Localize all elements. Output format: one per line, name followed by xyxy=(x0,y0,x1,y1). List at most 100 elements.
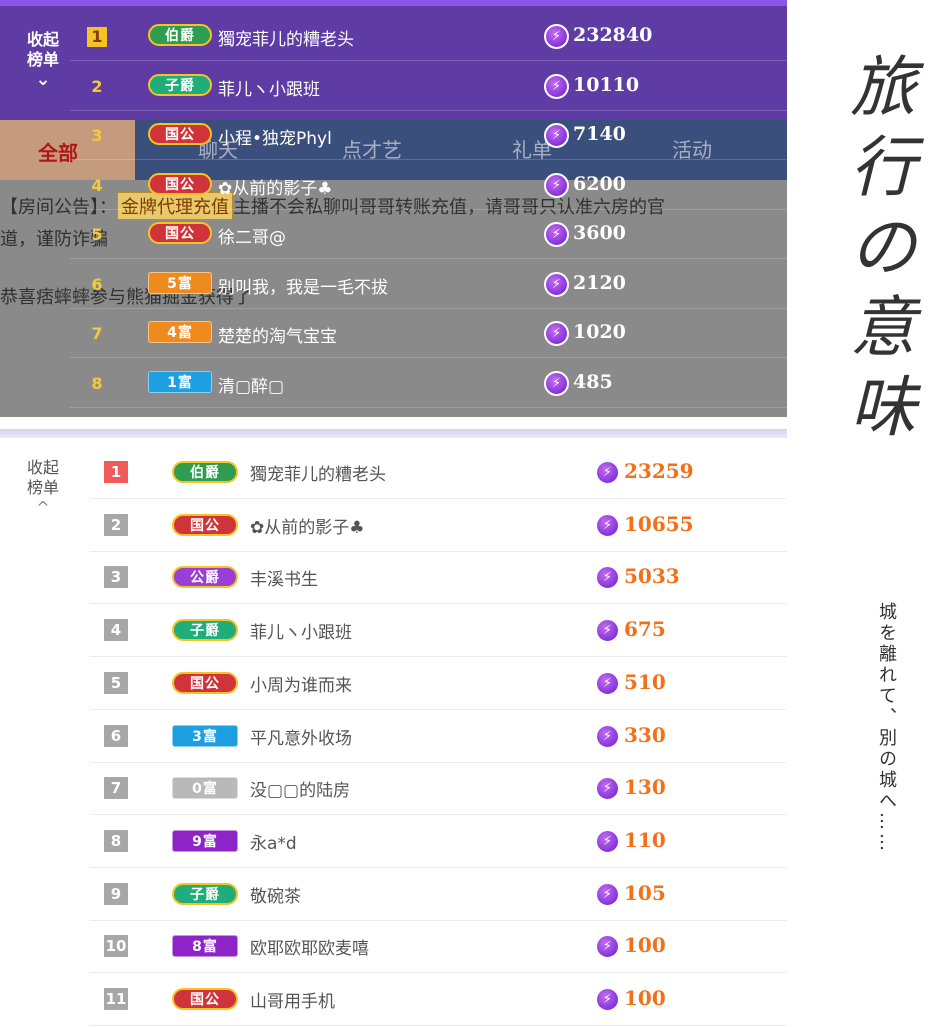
rank-number: 9 xyxy=(104,882,128,905)
title-char: 意 xyxy=(850,289,916,366)
lightning-bolt-icon: ⚡ xyxy=(544,370,569,396)
user-name[interactable]: 楚楚的淘气宝宝 xyxy=(218,322,337,347)
gift-score: 510 xyxy=(624,669,666,694)
ranking-row[interactable]: 10 8富 欧耶欧耶欧麦嘻 ⚡ 100 xyxy=(90,920,787,974)
rank-badge: 0富 xyxy=(172,777,238,800)
user-name[interactable]: 菲儿ヽ小跟班 xyxy=(218,75,320,100)
rank-number: 1 xyxy=(104,461,128,483)
user-name[interactable]: 獨宠菲儿的糟老头 xyxy=(218,25,354,50)
gift-score: 10110 xyxy=(573,73,640,96)
top-ranking-panel: 全部 聊天 点才艺 礼单 活动 【房间公告】： 金牌代理充值 主播不会私聊叫哥哥转账充值，请… xyxy=(0,0,787,417)
collapse-ranking-button-bottom[interactable]: 收起榜单 ^ xyxy=(18,458,68,518)
rank-badge: 伯爵 xyxy=(148,24,212,46)
user-name[interactable]: ✿从前的影子♣ xyxy=(218,174,332,199)
rank-number: 6 xyxy=(104,724,128,747)
gift-score: 6200 xyxy=(573,172,626,195)
user-name[interactable]: 清▢醉▢ xyxy=(218,372,284,397)
user-name[interactable]: 没▢▢的陆房 xyxy=(250,776,350,801)
rank-number: 7 xyxy=(104,777,128,800)
gift-score: 675 xyxy=(624,617,666,642)
collapse-label: 收起榜单 xyxy=(26,458,59,497)
ranking-row[interactable]: 8 1富 清▢醉▢ ⚡ 485 xyxy=(70,359,787,408)
ranking-row[interactable]: 8 9富 永a*d ⚡ 110 xyxy=(90,815,787,868)
chevron-down-icon: ⌄ xyxy=(35,69,51,90)
rank-badge: 国公 xyxy=(148,172,212,195)
rank-number: 2 xyxy=(91,76,103,96)
ranking-row[interactable]: 4 国公 ✿从前的影子♣ ⚡ 6200 xyxy=(70,161,787,210)
lightning-bolt-icon: ⚡ xyxy=(595,460,620,485)
rank-badge: 子爵 xyxy=(172,882,238,905)
ranking-row[interactable]: 5 国公 小周为谁而来 ⚡ 510 xyxy=(90,657,787,710)
gift-score: 130 xyxy=(624,775,666,800)
rank-badge: 子爵 xyxy=(148,73,212,96)
ranking-row[interactable]: 5 国公 徐二哥@ ⚡ 3600 xyxy=(70,210,787,259)
title-char: 味 xyxy=(850,369,916,446)
lightning-bolt-icon: ⚡ xyxy=(544,24,569,49)
ranking-row[interactable]: 6 3富 平凡意外收场 ⚡ 330 xyxy=(90,710,787,763)
rank-number: 5 xyxy=(104,671,128,694)
ranking-row[interactable]: 11 国公 山哥用手机 ⚡ 100 xyxy=(90,973,787,1026)
lightning-bolt-icon: ⚡ xyxy=(544,73,569,99)
ranking-row[interactable]: 3 公爵 丰溪书生 ⚡ 5033 xyxy=(90,551,787,605)
ranking-row[interactable]: 7 4富 楚楚的淘气宝宝 ⚡ 1020 xyxy=(70,309,787,358)
rank-number: 2 xyxy=(104,513,128,536)
panel-divider xyxy=(0,429,787,438)
user-name[interactable]: 敬碗茶 xyxy=(250,882,301,907)
rank-number: 3 xyxy=(104,566,128,589)
rank-badge: 公爵 xyxy=(172,566,238,589)
ranking-row[interactable]: 2 国公 ✿从前的影子♣ ⚡ 10655 xyxy=(90,499,787,552)
rank-badge: 国公 xyxy=(148,222,212,244)
ranking-area: 全部 聊天 点才艺 礼单 活动 【房间公告】： 金牌代理充值 主播不会私聊叫哥哥转账充值，请… xyxy=(0,0,787,1027)
user-name[interactable]: 永a*d xyxy=(250,829,297,854)
user-name[interactable]: 獨宠菲儿的糟老头 xyxy=(250,460,386,485)
lightning-bolt-icon: ⚡ xyxy=(544,172,569,198)
gift-score: 1020 xyxy=(573,321,626,343)
gift-score: 485 xyxy=(573,370,613,393)
rank-number: 1 xyxy=(87,27,107,47)
gift-score: 100 xyxy=(624,986,666,1010)
collapse-ranking-button[interactable]: 收起榜单 ⌄ xyxy=(18,30,68,90)
lightning-bolt-icon: ⚡ xyxy=(595,776,620,802)
title-char: 行 xyxy=(850,129,916,206)
rank-number: 6 xyxy=(91,274,103,294)
title-char: の xyxy=(850,209,916,286)
ranking-row[interactable]: 9 子爵 敬碗茶 ⚡ 105 xyxy=(90,868,787,921)
user-name[interactable]: 徐二哥@ xyxy=(218,223,286,248)
gift-score: 105 xyxy=(624,880,666,905)
ranking-row[interactable]: 1 伯爵 獨宠菲儿的糟老头 ⚡ 232840 xyxy=(70,12,787,61)
user-name[interactable]: 山哥用手机 xyxy=(250,987,335,1012)
user-name[interactable]: 平凡意外收场 xyxy=(250,724,352,749)
user-name[interactable]: 菲儿ヽ小跟班 xyxy=(250,618,352,643)
lightning-bolt-icon: ⚡ xyxy=(595,987,620,1012)
ranking-row[interactable]: 3 国公 小程•独宠Phyl ⚡ 7140 xyxy=(70,111,787,160)
rank-number: 8 xyxy=(91,373,103,393)
lightning-bolt-icon: ⚡ xyxy=(595,934,620,960)
rank-number: 10 xyxy=(104,935,128,958)
top-stripe xyxy=(0,0,787,6)
user-name[interactable]: 丰溪书生 xyxy=(250,565,318,590)
user-name[interactable]: 别叫我，我是一毛不拔 xyxy=(218,273,388,298)
user-name[interactable]: 小周为谁而来 xyxy=(250,671,352,696)
collapse-label: 收起榜单 xyxy=(26,30,59,69)
chevron-up-icon: ^ xyxy=(36,498,50,517)
user-name[interactable]: 小程•独宠Phyl xyxy=(218,124,332,149)
user-name[interactable]: ✿从前的影子♣ xyxy=(250,513,364,538)
ranking-row[interactable]: 1 伯爵 獨宠菲儿的糟老头 ⚡ 23259 xyxy=(90,446,787,499)
rank-badge: 4富 xyxy=(148,321,212,343)
gift-score: 100 xyxy=(624,933,666,958)
lightning-bolt-icon: ⚡ xyxy=(595,512,620,538)
lightning-bolt-icon: ⚡ xyxy=(544,271,569,297)
rank-badge: 子爵 xyxy=(172,619,238,642)
rank-number: 8 xyxy=(104,829,128,852)
side-poster: 旅行の意味 城を離れて、別の城へ…… xyxy=(787,0,948,1027)
ranking-row[interactable]: 7 0富 没▢▢的陆房 ⚡ 130 xyxy=(90,762,787,816)
gift-score: 330 xyxy=(624,722,666,747)
user-name[interactable]: 欧耶欧耶欧麦嘻 xyxy=(250,934,369,959)
ranking-row[interactable]: 6 5富 别叫我，我是一毛不拔 ⚡ 2120 xyxy=(70,260,787,309)
rank-badge: 伯爵 xyxy=(172,461,238,483)
lightning-bolt-icon: ⚡ xyxy=(595,670,620,696)
ranking-row[interactable]: 4 子爵 菲儿ヽ小跟班 ⚡ 675 xyxy=(90,604,787,658)
lightning-bolt-icon: ⚡ xyxy=(544,321,569,346)
gift-score: 5033 xyxy=(624,564,680,589)
ranking-row[interactable]: 2 子爵 菲儿ヽ小跟班 ⚡ 10110 xyxy=(70,62,787,111)
